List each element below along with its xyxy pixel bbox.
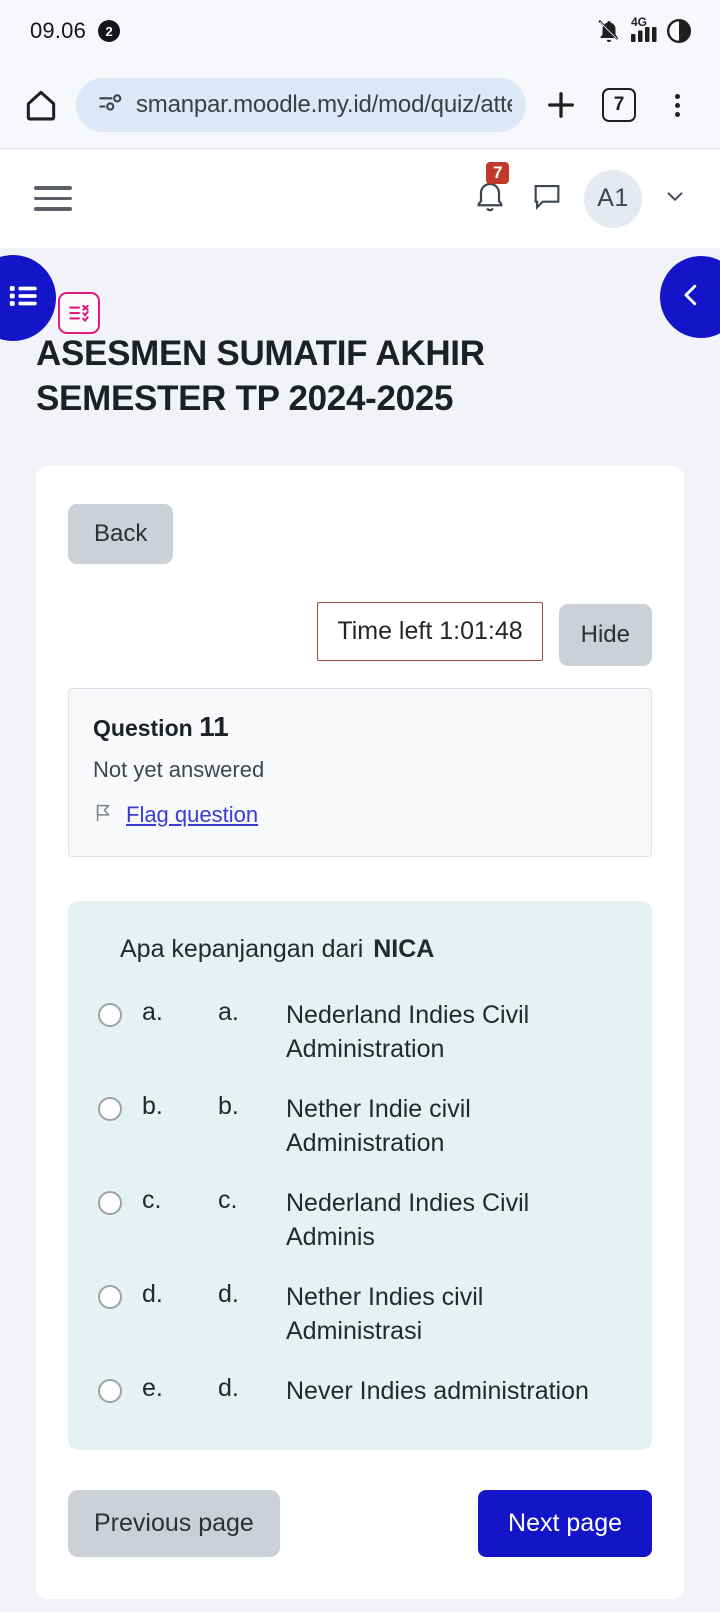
question-info-box: Question 11 Not yet answered Flag questi… bbox=[68, 687, 652, 857]
plus-icon[interactable] bbox=[538, 87, 584, 123]
status-clock: 09.06 bbox=[30, 18, 87, 43]
option-key: a. bbox=[142, 997, 163, 1026]
bell-muted-icon bbox=[596, 18, 622, 44]
option-key: e. bbox=[142, 1373, 163, 1402]
question-stem: Apa kepanjangan dari bbox=[120, 934, 364, 963]
list-bullets-icon bbox=[7, 279, 41, 318]
answer-option[interactable]: a. a. Nederland Indies Civil Administrat… bbox=[98, 998, 622, 1066]
flag-question-link[interactable]: Flag question bbox=[126, 802, 258, 828]
answer-option[interactable]: d. d. Nether Indies civil Administrasi bbox=[98, 1280, 622, 1348]
question-number-prefix: Question bbox=[93, 714, 193, 741]
quiz-navigation-buttons: Previous page Next page bbox=[68, 1489, 652, 1557]
avatar[interactable]: A1 bbox=[584, 169, 642, 228]
browser-toolbar: smanpar.moodle.my.id/mod/quiz/atte 7 bbox=[0, 62, 720, 148]
url-text[interactable]: smanpar.moodle.my.id/mod/quiz/atte bbox=[136, 91, 512, 119]
chevron-left-icon bbox=[676, 280, 706, 315]
notification-badge: 7 bbox=[486, 162, 510, 185]
option-text: Never Indies administration bbox=[286, 1376, 589, 1405]
status-bar-left: 09.06 2 bbox=[30, 18, 121, 44]
option-text: Nederland Indies Civil Adminis bbox=[286, 1188, 530, 1251]
option-sub-key: b. bbox=[218, 1091, 239, 1120]
previous-page-button[interactable]: Previous page bbox=[68, 1489, 280, 1557]
option-sub-key: d. bbox=[218, 1373, 239, 1402]
back-button[interactable]: Back bbox=[68, 503, 174, 564]
page-title: ASESMEN SUMATIF AKHIR SEMESTER TP 2024-2… bbox=[36, 334, 485, 418]
network-type-label: 4G bbox=[631, 15, 648, 29]
timer-row: Time left 1:01:48 Hide bbox=[68, 598, 652, 666]
answer-option[interactable]: b. b. Nether Indie civil Administration bbox=[98, 1092, 622, 1160]
answer-block: Apa kepanjangan dari NICA a. a. Nederland… bbox=[68, 900, 652, 1450]
site-navbar: 7 A1 bbox=[0, 148, 720, 248]
flag-question-row[interactable]: Flag question bbox=[93, 801, 627, 830]
flag-outline-icon bbox=[93, 801, 115, 830]
hide-timer-button[interactable]: Hide bbox=[558, 603, 652, 666]
quiz-card: Back Time left 1:01:48 Hide Question 11 … bbox=[36, 465, 684, 1599]
home-icon[interactable] bbox=[18, 86, 64, 124]
next-page-button[interactable]: Next page bbox=[478, 1489, 652, 1557]
question-keyword: NICA bbox=[373, 934, 435, 963]
avatar-initials: A1 bbox=[597, 184, 629, 212]
page-info-icon[interactable] bbox=[96, 89, 124, 122]
radio-button[interactable] bbox=[98, 1284, 122, 1309]
option-key: c. bbox=[142, 1185, 162, 1214]
kebab-menu-icon[interactable] bbox=[654, 93, 700, 117]
option-sub-key: a. bbox=[218, 997, 239, 1026]
address-bar[interactable]: smanpar.moodle.my.id/mod/quiz/atte bbox=[76, 78, 526, 132]
speech-bubble-icon[interactable] bbox=[530, 179, 564, 218]
battery-circle-icon bbox=[666, 18, 692, 44]
site-navbar-right: 7 A1 bbox=[470, 162, 688, 228]
status-bar: 09.06 2 4G bbox=[0, 0, 720, 62]
page-body: ASESMEN SUMATIF AKHIR SEMESTER TP 2024-2… bbox=[0, 248, 720, 1599]
chevron-down-icon[interactable] bbox=[662, 183, 688, 215]
question-state: Not yet answered bbox=[93, 756, 265, 782]
hamburger-icon[interactable] bbox=[26, 178, 80, 219]
answer-option[interactable]: c. c. Nederland Indies Civil Adminis bbox=[98, 1186, 622, 1254]
option-text: Nether Indie civil Administration bbox=[286, 1094, 471, 1157]
radio-button[interactable] bbox=[98, 1378, 122, 1403]
option-key: b. bbox=[142, 1091, 163, 1120]
quiz-checklist-icon bbox=[58, 292, 100, 334]
option-key: d. bbox=[142, 1279, 163, 1308]
answer-option[interactable]: e. d. Never Indies administration bbox=[98, 1374, 622, 1408]
radio-button[interactable] bbox=[98, 1096, 122, 1121]
radio-button[interactable] bbox=[98, 1002, 122, 1027]
question-text: Apa kepanjangan dari NICA bbox=[98, 935, 622, 964]
notifications-button[interactable]: 7 bbox=[470, 162, 510, 221]
tab-switcher-button[interactable]: 7 bbox=[596, 88, 642, 122]
tab-count-label: 7 bbox=[602, 88, 636, 122]
status-bar-right: 4G bbox=[596, 15, 692, 44]
question-number-row: Question 11 bbox=[93, 711, 627, 743]
quiz-timer: Time left 1:01:48 bbox=[317, 602, 543, 662]
question-number: 11 bbox=[199, 710, 229, 742]
option-sub-key: d. bbox=[218, 1279, 239, 1308]
option-text: Nederland Indies Civil Administration bbox=[286, 1000, 530, 1063]
option-sub-key: c. bbox=[218, 1185, 238, 1214]
signal-bars-icon: 4G bbox=[629, 15, 659, 44]
status-notification-badge: 2 bbox=[98, 20, 121, 42]
option-text: Nether Indies civil Administrasi bbox=[286, 1282, 484, 1345]
radio-button[interactable] bbox=[98, 1190, 122, 1215]
